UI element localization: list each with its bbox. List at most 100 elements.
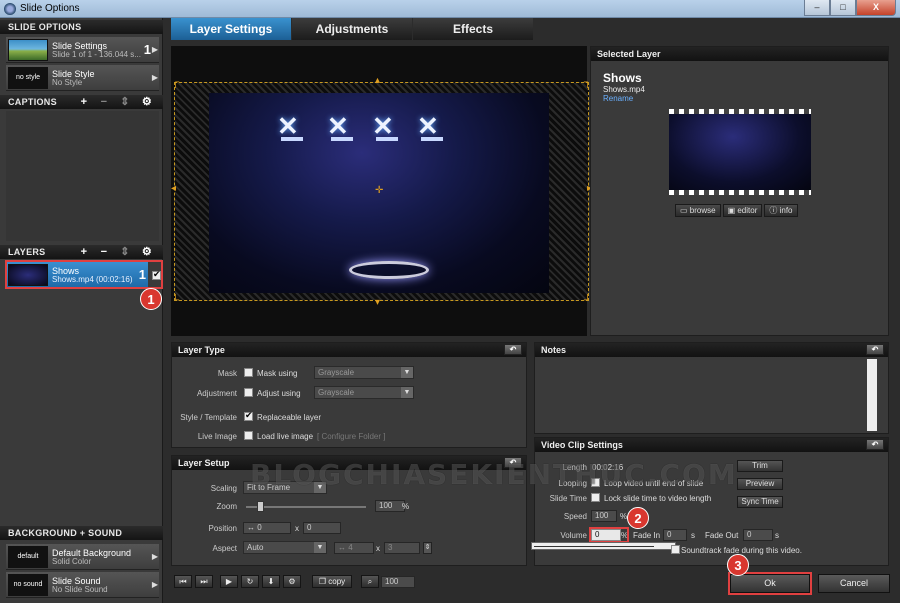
aspect-value: Auto <box>247 543 264 552</box>
move-horizontal-icon: ↔ <box>338 543 349 552</box>
zoom-unit: % <box>402 502 410 511</box>
settings-gear-icon[interactable]: ⚙ <box>283 575 301 588</box>
video-clip-panel: Video Clip Settings ↶ Length 00:02:16 Loo… <box>531 437 889 566</box>
stage-ring-light <box>349 261 429 279</box>
chevron-right-icon: ▶ <box>151 552 158 561</box>
tab-adjustments[interactable]: Adjustments <box>292 18 412 40</box>
slide-style-row[interactable]: no style Slide Style No Style ▶ <box>6 65 159 91</box>
rename-link[interactable]: Rename <box>603 94 633 103</box>
zoom-magnifier-icon[interactable]: ⌕ <box>361 575 379 588</box>
add-layer-button[interactable]: + <box>75 246 93 258</box>
info-label: info <box>779 206 793 215</box>
speed-input[interactable]: 100 <box>591 510 617 522</box>
last-frame-icon[interactable]: ⏭ <box>195 575 213 588</box>
aspect-stepper[interactable]: ⇕ <box>423 542 432 554</box>
editor-button[interactable]: ▣ editor <box>722 204 763 217</box>
adjustment-select[interactable]: Grayscale ▼ <box>314 386 414 399</box>
maximize-button[interactable]: □ <box>830 0 856 16</box>
layers-title: LAYERS <box>8 247 46 257</box>
resize-handle[interactable]: ▴ <box>375 75 380 86</box>
info-button[interactable]: ⓘ info <box>764 204 798 217</box>
add-caption-button[interactable]: + <box>75 96 93 108</box>
layers-header: LAYERS + − ⇕ ⚙ <box>0 245 163 259</box>
resize-handle[interactable]: ◂ <box>171 183 176 194</box>
background-row[interactable]: default Default Background Solid Color ▶ <box>6 544 159 570</box>
left-panel: SLIDE OPTIONS Slide Settings Slide 1 of … <box>0 18 163 603</box>
remove-caption-button[interactable]: − <box>95 96 113 108</box>
adjustment-text: Adjust using <box>257 389 301 398</box>
browse-button[interactable]: ▭ browse <box>675 204 721 217</box>
zoom-slider-track[interactable] <box>246 506 366 508</box>
mask-select-value: Grayscale <box>318 368 355 377</box>
layer-type-header: Layer Type ↶ <box>172 343 526 357</box>
slide-sound-row[interactable]: no sound Slide Sound No Slide Sound ▶ <box>6 572 159 598</box>
aspect-width-input[interactable]: ↔ 4 <box>334 542 374 554</box>
x-separator: x <box>295 524 299 533</box>
minimize-button[interactable]: – <box>804 0 830 16</box>
trim-button[interactable]: Trim <box>737 460 783 472</box>
reorder-caption-button[interactable]: ⇕ <box>116 96 134 108</box>
configure-folder-link[interactable]: [ Configure Folder ] <box>317 432 385 441</box>
center-crosshair-icon[interactable]: ✛ <box>375 185 383 196</box>
copy-button[interactable]: ❐ copy <box>312 575 352 588</box>
bottom-toolbar: ⏮ ⏭ ▶ ↻ ⬇ ⚙ ❐ copy ⌕ 100 <box>171 573 591 591</box>
play-icon[interactable]: ▶ <box>220 575 238 588</box>
chevron-right-icon: ▶ <box>151 45 158 54</box>
remove-layer-button[interactable]: − <box>95 246 113 258</box>
sync-time-button[interactable]: Sync Time <box>737 496 783 508</box>
layer-type-panel: Layer Type ↶ Mask Mask using Grayscale ▼ A… <box>171 342 527 448</box>
folder-icon: ▭ <box>680 206 690 215</box>
reset-icon[interactable]: ↶ <box>504 344 522 355</box>
zoom-input[interactable]: 100 <box>375 500 405 512</box>
mask-text: Mask using <box>257 369 298 378</box>
soundtrack-fade-checkbox[interactable] <box>671 545 680 554</box>
background-subtitle: Solid Color <box>52 557 92 566</box>
slide-settings-row[interactable]: Slide Settings Slide 1 of 1 - 136.044 s.… <box>6 37 159 63</box>
position-x-input[interactable]: ↔ 0 <box>243 522 291 534</box>
mask-select[interactable]: Grayscale ▼ <box>314 366 414 379</box>
captions-header: CAPTIONS + − ⇕ ⚙ <box>0 95 163 109</box>
window-title: Slide Options <box>20 3 80 14</box>
tab-effects[interactable]: Effects <box>413 18 533 40</box>
mask-checkbox[interactable] <box>244 368 253 377</box>
close-button[interactable]: X <box>856 0 896 16</box>
selected-layer-panel: Selected Layer Shows Shows.mp4 Rename ▭ … <box>590 46 889 336</box>
tab-layer-settings[interactable]: Layer Settings <box>171 18 291 40</box>
zoom-slider-thumb[interactable] <box>257 501 264 512</box>
fade-in-input[interactable]: 0 <box>663 529 687 541</box>
reorder-layer-button[interactable]: ⇕ <box>116 246 134 258</box>
marker-icon[interactable]: ⬇ <box>262 575 280 588</box>
reset-icon[interactable]: ↶ <box>866 439 884 450</box>
video-clip-title: Video Clip Settings <box>541 440 623 450</box>
preview-button[interactable]: Preview <box>737 478 783 490</box>
layer-setup-title: Layer Setup <box>178 458 230 468</box>
browse-label: browse <box>689 206 716 215</box>
fade-out-unit: s <box>775 531 779 540</box>
live-image-checkbox[interactable] <box>244 431 253 440</box>
caption-gear-icon[interactable]: ⚙ <box>138 96 156 108</box>
position-y-input[interactable]: 0 <box>303 522 341 534</box>
cancel-button[interactable]: Cancel <box>818 574 890 593</box>
layer-gear-icon[interactable]: ⚙ <box>138 246 156 258</box>
aspect-height-input[interactable]: 3 <box>384 542 420 554</box>
first-frame-icon[interactable]: ⏮ <box>174 575 192 588</box>
chevron-right-icon: ▶ <box>151 580 158 589</box>
resize-handle[interactable]: ┌ <box>172 77 179 88</box>
fade-in-label: Fade In <box>633 531 661 540</box>
zoom-label: Zoom <box>216 502 237 511</box>
reset-icon[interactable]: ↶ <box>866 344 884 355</box>
refresh-icon[interactable]: ↻ <box>241 575 259 588</box>
aspect-select[interactable]: Auto ▼ <box>243 541 327 554</box>
chevron-down-icon: ▼ <box>401 387 413 398</box>
selected-layer-name: Shows <box>603 71 642 85</box>
resize-handle[interactable]: └ <box>172 295 179 306</box>
slide-time-checkbox[interactable] <box>591 493 600 502</box>
notes-textarea[interactable] <box>537 359 877 431</box>
preview-zoom-input[interactable]: 100 <box>381 576 415 588</box>
x-separator: x <box>376 544 380 553</box>
fade-out-input[interactable]: 0 <box>743 529 773 541</box>
resize-handle[interactable]: ▾ <box>375 297 380 308</box>
replaceable-checkbox[interactable] <box>244 410 253 421</box>
volume-slider[interactable] <box>531 542 676 550</box>
adjustment-checkbox[interactable] <box>244 388 253 397</box>
